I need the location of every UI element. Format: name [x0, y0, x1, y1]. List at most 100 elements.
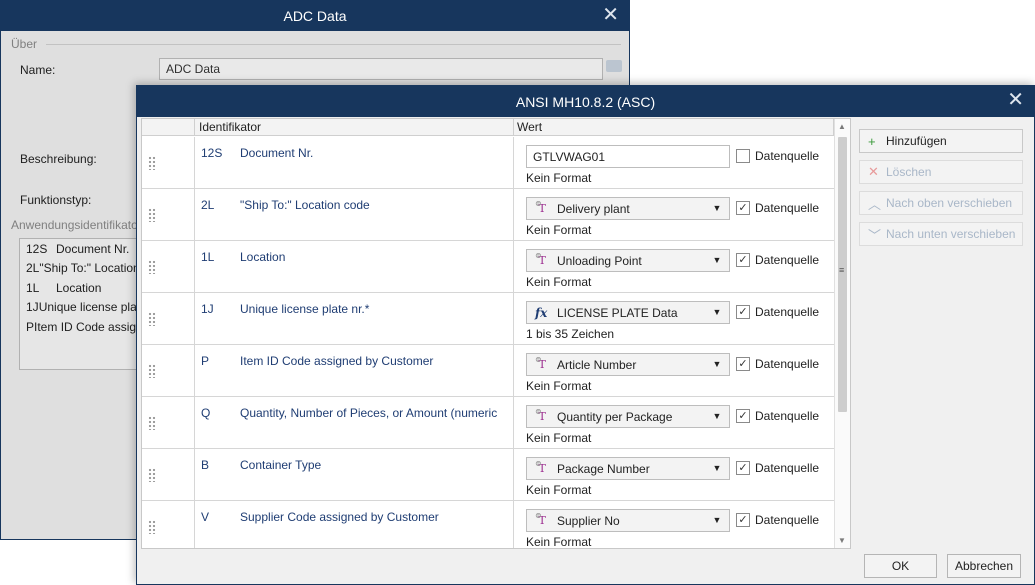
- format-text: Kein Format: [526, 379, 592, 393]
- identifier-code: V: [201, 510, 210, 524]
- database-icon: ⊜: [535, 511, 542, 520]
- value-dropdown[interactable]: ⊜ T Package Number ▼: [526, 457, 730, 480]
- list-item[interactable]: 1JUnique license plate nr.*: [20, 298, 148, 318]
- table-row[interactable]: 12S Document Nr. GTLVWAG01 Datenquelle Kein …: [142, 137, 834, 189]
- format-text: Kein Format: [526, 535, 592, 549]
- table-row[interactable]: P Item ID Code assigned by Customer ⊜ T Art…: [142, 345, 834, 397]
- vertical-scrollbar[interactable]: ▲ ≡ ▼: [834, 119, 850, 548]
- identifier-description: Unique license plate nr.*: [240, 302, 370, 316]
- drag-handle-icon[interactable]: [148, 364, 156, 378]
- value-dropdown[interactable]: ⊜ T Delivery plant ▼: [526, 197, 730, 220]
- close-icon[interactable]: ✕: [602, 5, 619, 25]
- chevron-down-icon: ﹀: [868, 227, 882, 243]
- list-item[interactable]: 1L Location: [20, 278, 148, 298]
- identifier-code: B: [201, 458, 210, 472]
- drag-handle-icon[interactable]: [148, 260, 156, 274]
- table-row[interactable]: B Container Type ⊜ T Package Number ▼ ✓ Datenq…: [142, 449, 834, 501]
- row-divider: [194, 293, 195, 345]
- variable-icon: ⊜ T: [535, 511, 546, 527]
- format-text: Kein Format: [526, 223, 592, 237]
- scroll-down-icon[interactable]: ▼: [838, 536, 846, 545]
- data-source-checkbox[interactable]: ✓: [736, 253, 750, 267]
- list-item-code: 2L: [26, 261, 40, 276]
- name-input[interactable]: ADC Data: [159, 58, 603, 80]
- move-down-button[interactable]: ﹀ Nach unten verschieben: [859, 222, 1023, 246]
- table-row[interactable]: Q Quantity, Number of Pieces, or Amount (…: [142, 397, 834, 449]
- table-row[interactable]: V Supplier Code assigned by Customer ⊜ T Su…: [142, 501, 834, 549]
- data-source-label: Datenquelle: [755, 253, 820, 267]
- row-divider: [194, 501, 195, 548]
- name-label: Name:: [20, 63, 56, 77]
- ansi-title: ANSI MH10.8.2 (ASC): [515, 93, 656, 110]
- adc-data-titlebar: ADC Data ✕: [1, 1, 629, 31]
- list-item[interactable]: PItem ID Code assigned by Customer: [20, 317, 148, 337]
- list-item-code: P: [26, 319, 35, 334]
- identifier-description: Location: [240, 250, 286, 264]
- data-source-label: Datenquelle: [755, 201, 820, 215]
- comment-icon[interactable]: [606, 60, 622, 72]
- ok-button[interactable]: OK: [864, 554, 937, 578]
- cancel-button-label: Abbrechen: [954, 559, 1014, 573]
- data-source-label: Datenquelle: [755, 149, 820, 163]
- drag-handle-icon[interactable]: [148, 156, 156, 170]
- table-row[interactable]: 2L "Ship To:" Location code ⊜ T Delivery pl…: [142, 189, 834, 241]
- ai-list[interactable]: 12S Document Nr. 2L"Ship To:" Location cod…: [19, 238, 149, 370]
- identifier-description: "Ship To:" Location code: [240, 198, 370, 212]
- drag-handle-icon[interactable]: [148, 312, 156, 326]
- value-input[interactable]: GTLVWAG01: [526, 145, 730, 168]
- delete-button[interactable]: ✕ Löschen: [859, 160, 1023, 184]
- value-dropdown[interactable]: ⊜ T Quantity per Package ▼: [526, 405, 730, 428]
- row-divider: [513, 397, 514, 449]
- data-source-checkbox[interactable]: ✓: [736, 513, 750, 527]
- scroll-up-icon[interactable]: ▲: [838, 122, 846, 131]
- list-item-code: 1L: [26, 280, 40, 295]
- description-label: Beschreibung:: [20, 152, 97, 166]
- column-header-value[interactable]: Wert: [517, 120, 542, 134]
- data-source-checkbox[interactable]: ✓: [736, 305, 750, 319]
- drag-handle-icon[interactable]: [148, 208, 156, 222]
- column-header-identifier[interactable]: Identifikator: [199, 120, 261, 134]
- row-divider: [513, 293, 514, 345]
- format-text: Kein Format: [526, 483, 592, 497]
- data-source-checkbox[interactable]: ✓: [736, 357, 750, 371]
- data-source-label: Datenquelle: [755, 409, 820, 423]
- chevron-down-icon: ▼: [712, 307, 722, 317]
- value-dropdown[interactable]: ⊜ T Article Number ▼: [526, 353, 730, 376]
- data-source-label: Datenquelle: [755, 305, 820, 319]
- data-source-checkbox[interactable]: ✓: [736, 201, 750, 215]
- function-type-label: Funktionstyp:: [20, 193, 92, 207]
- data-source-label: Datenquelle: [755, 513, 820, 527]
- cancel-button[interactable]: Abbrechen: [947, 554, 1021, 578]
- drag-handle-icon[interactable]: [148, 416, 156, 430]
- drag-handle-icon[interactable]: [148, 468, 156, 482]
- ansi-titlebar: ANSI MH10.8.2 (ASC) ✕: [137, 86, 1034, 117]
- add-button[interactable]: + Hinzufügen: [859, 129, 1023, 153]
- variable-icon: ⊜ T: [535, 407, 546, 423]
- row-divider: [194, 345, 195, 397]
- value-dropdown[interactable]: ⊜ T Supplier No ▼: [526, 509, 730, 532]
- identifier-code: Q: [201, 406, 211, 420]
- database-icon: ⊜: [535, 355, 542, 364]
- data-source-checkbox[interactable]: [736, 149, 750, 163]
- close-icon[interactable]: ✕: [1007, 90, 1024, 110]
- function-icon: fx: [535, 306, 548, 320]
- dropdown-value: Quantity per Package: [557, 410, 673, 424]
- data-source-checkbox[interactable]: ✓: [736, 409, 750, 423]
- data-source-checkbox[interactable]: ✓: [736, 461, 750, 475]
- list-item[interactable]: 12S Document Nr.: [20, 239, 148, 259]
- list-item[interactable]: 2L"Ship To:" Location code: [20, 259, 148, 279]
- format-text: Kein Format: [526, 275, 592, 289]
- dropdown-value: LICENSE PLATE Data: [557, 306, 678, 320]
- section-about-label: Über: [11, 37, 38, 51]
- table-row[interactable]: 1J Unique license plate nr.* fx LICENSE PLA…: [142, 293, 834, 345]
- data-source-label: Datenquelle: [755, 461, 820, 475]
- data-source-label: Datenquelle: [755, 357, 820, 371]
- chevron-down-icon: ▼: [712, 411, 722, 421]
- drag-handle-icon[interactable]: [148, 520, 156, 534]
- value-dropdown[interactable]: fx LICENSE PLATE Data ▼: [526, 301, 730, 324]
- value-dropdown[interactable]: ⊜ T Unloading Point ▼: [526, 249, 730, 272]
- list-item-label: Item ID Code assigned by Customer: [34, 319, 148, 334]
- table-row[interactable]: 1L Location ⊜ T Unloading Point ▼ ✓ Datenquell…: [142, 241, 834, 293]
- move-up-button[interactable]: ︿ Nach oben verschieben: [859, 191, 1023, 215]
- chevron-down-icon: ▼: [712, 515, 722, 525]
